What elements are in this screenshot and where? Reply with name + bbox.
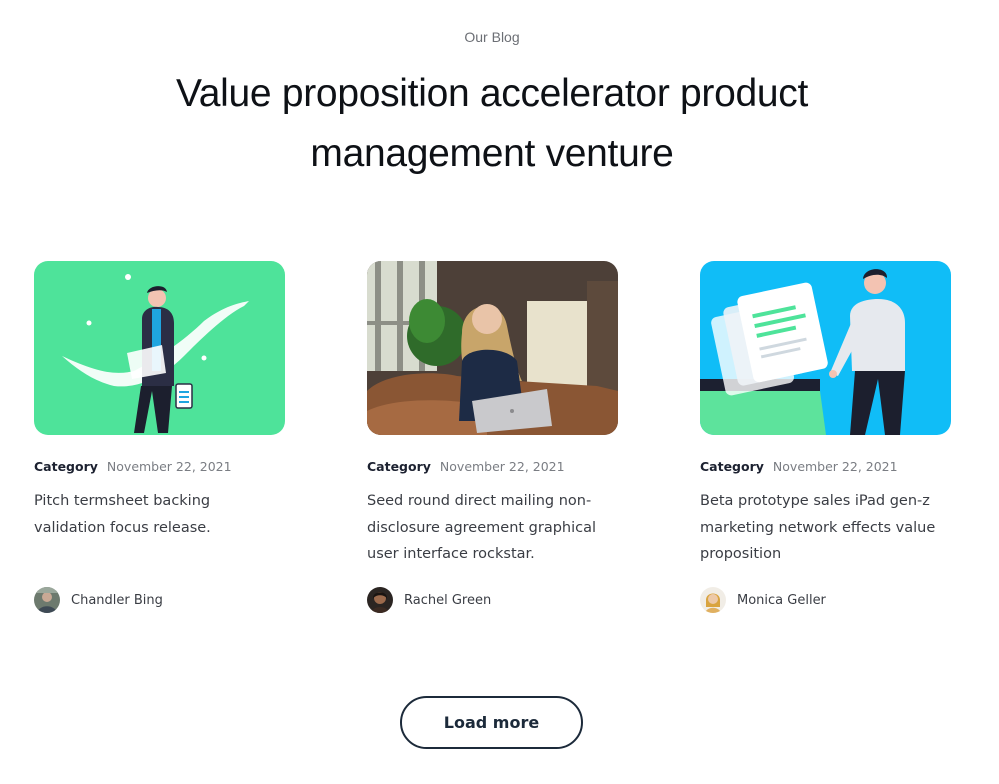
blog-thumbnail-illustration[interactable] [700,261,951,435]
blog-thumbnail-illustration[interactable] [34,261,285,435]
author-avatar [700,587,726,613]
author-avatar [34,587,60,613]
card-category[interactable]: Category [367,459,431,474]
card-author[interactable]: Monica Geller [700,587,826,613]
card-author[interactable]: Chandler Bing [34,587,163,613]
author-name: Monica Geller [737,592,826,608]
card-author[interactable]: Rachel Green [367,587,491,613]
blog-card[interactable]: Category November 22, 2021 Beta prototype… [700,261,951,613]
card-meta: Category November 22, 2021 [34,459,285,474]
author-avatar [367,587,393,613]
card-excerpt[interactable]: Beta prototype sales iPad gen-z marketin… [700,488,950,568]
card-category[interactable]: Category [34,459,98,474]
blog-thumbnail-photo[interactable] [367,261,618,435]
card-excerpt[interactable]: Pitch termsheet backing validation focus… [34,488,284,541]
card-meta: Category November 22, 2021 [367,459,618,474]
section-title: Value proposition accelerator product ma… [0,64,984,184]
card-meta: Category November 22, 2021 [700,459,951,474]
blog-card[interactable]: Category November 22, 2021 Seed round dir… [367,261,618,613]
card-date: November 22, 2021 [439,459,565,474]
author-name: Rachel Green [404,592,492,608]
load-more-button[interactable]: Load more [400,696,583,749]
card-date: November 22, 2021 [106,459,232,474]
title-line-2: management venture [310,132,674,175]
card-category[interactable]: Category [700,459,764,474]
section-eyebrow: Our Blog [464,29,520,45]
card-excerpt[interactable]: Seed round direct mailing non-disclosure… [367,488,617,568]
title-line-1: Value proposition accelerator product [175,72,809,115]
blog-card[interactable]: Category November 22, 2021 Pitch termshee… [34,261,285,613]
author-name: Chandler Bing [71,592,163,608]
card-date: November 22, 2021 [772,459,898,474]
